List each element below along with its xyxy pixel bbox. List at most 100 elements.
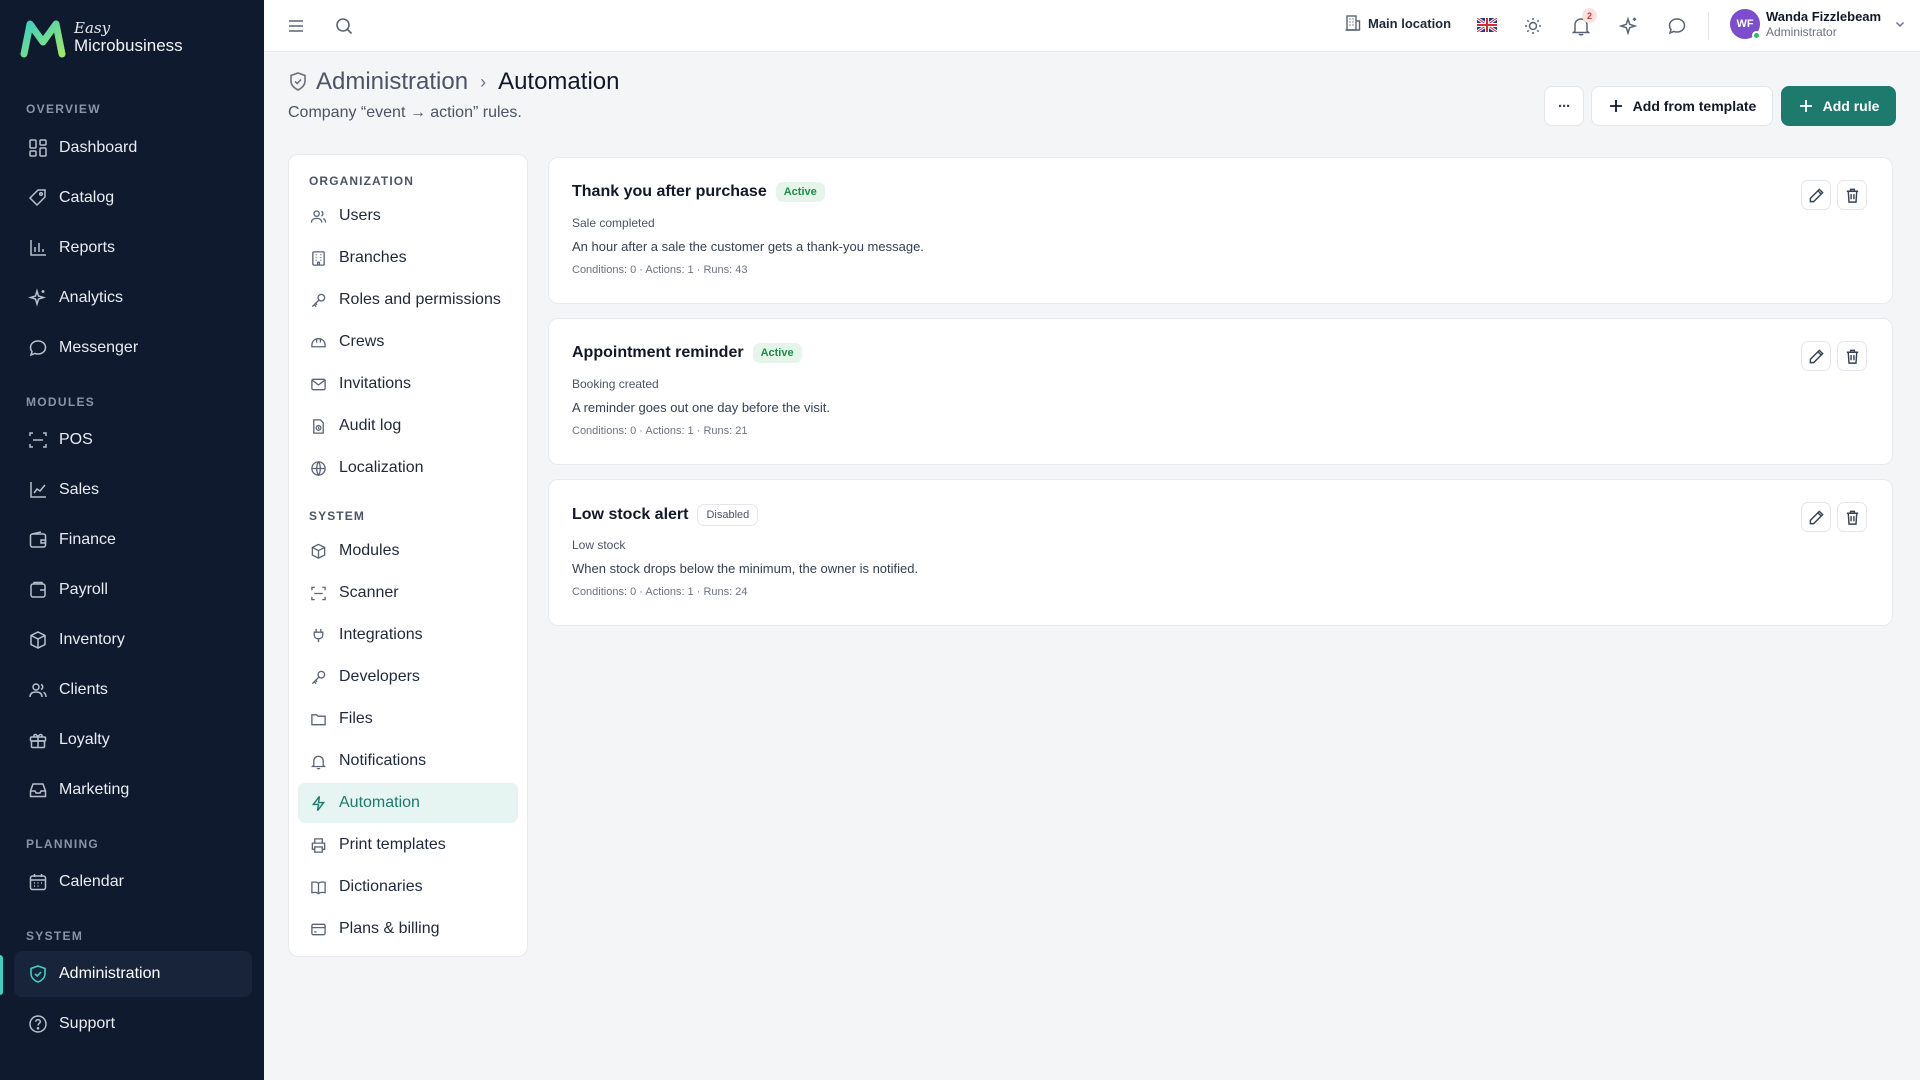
settings-item-invitations[interactable]: Invitations (298, 364, 518, 404)
sidebar-item-pos[interactable]: POS (14, 417, 252, 463)
settings-item-branches[interactable]: Branches (298, 238, 518, 278)
search-icon[interactable] (333, 15, 355, 37)
sidebar-item-label: Catalog (59, 189, 115, 206)
status-badge: Active (752, 343, 802, 363)
online-status-dot (1752, 31, 1761, 40)
add-from-template-button[interactable]: Add from template (1591, 86, 1773, 126)
settings-item-notifications[interactable]: Notifications (298, 741, 518, 781)
payroll-icon (30, 581, 46, 598)
rule-card[interactable]: Low stock alert Disabled Low stock When … (548, 479, 1893, 626)
settings-item-automation[interactable]: Automation (298, 783, 518, 823)
sidebar-item-analytics[interactable]: Analytics (14, 275, 252, 321)
sidebar-item-sales[interactable]: Sales (14, 467, 252, 513)
breadcrumb: Administration › Automation (288, 68, 619, 96)
edit-button[interactable] (1801, 341, 1831, 371)
printer-icon (311, 837, 326, 853)
sidebar-item-catalog[interactable]: Catalog (14, 175, 252, 221)
avatar: WF (1730, 9, 1761, 40)
status-badge: Active (775, 182, 825, 202)
sidebar-item-marketing[interactable]: Marketing (14, 767, 252, 813)
avatar-initials: WF (1736, 18, 1754, 30)
building-icon (312, 250, 325, 266)
rule-card[interactable]: Thank you after purchase Active Sale com… (548, 157, 1893, 304)
sidebar-item-administration[interactable]: Administration (14, 951, 252, 997)
delete-button[interactable] (1837, 341, 1867, 371)
sidebar-item-label: Inventory (59, 631, 125, 648)
chevron-down-icon (1896, 21, 1905, 28)
section-modules: MODULES (26, 395, 96, 409)
sidebar-item-label: Finance (59, 531, 116, 548)
settings-item-localization[interactable]: Localization (298, 448, 518, 488)
sidebar-item-support[interactable]: Support (14, 1001, 252, 1047)
sidebar-item-label: Support (59, 1015, 116, 1032)
sidebar: Easy Microbusiness OVERVIEW MODULES PLAN… (0, 0, 264, 1080)
sun-icon[interactable] (1522, 15, 1544, 37)
globe-icon (311, 460, 326, 476)
mail-icon (311, 378, 326, 390)
chat-icon[interactable] (1666, 15, 1688, 37)
scan-icon (29, 432, 47, 448)
sidebar-item-finance[interactable]: Finance (14, 517, 252, 563)
sidebar-item-label: Sales (59, 481, 100, 498)
settings-item-plans-and-billing[interactable]: Plans & billing (298, 909, 518, 949)
location-selector[interactable]: Main location (1344, 14, 1451, 32)
settings-item-users[interactable]: Users (298, 196, 518, 236)
delete-button[interactable] (1837, 180, 1867, 210)
app-logo[interactable]: Easy Microbusiness (20, 18, 183, 58)
plus-icon (1609, 100, 1622, 112)
settings-item-crews[interactable]: Crews (298, 322, 518, 362)
settings-item-files[interactable]: Files (298, 699, 518, 739)
more-options-button[interactable]: ··· (1544, 86, 1584, 126)
settings-item-label: Roles and permissions (339, 291, 501, 308)
settings-item-label: Developers (339, 668, 420, 685)
sidebar-item-payroll[interactable]: Payroll (14, 567, 252, 613)
app-name: Microbusiness (74, 35, 183, 55)
menu-icon[interactable] (285, 15, 307, 37)
settings-item-integrations[interactable]: Integrations (298, 615, 518, 655)
settings-item-roles-and-permissions[interactable]: Roles and permissions (298, 280, 518, 320)
sidebar-item-dashboard[interactable]: Dashboard (14, 125, 252, 171)
users-icon (310, 209, 327, 223)
app-name-easy: Easy (74, 19, 111, 38)
sidebar-item-inventory[interactable]: Inventory (14, 617, 252, 663)
shield-icon (30, 965, 46, 983)
settings-item-modules[interactable]: Modules (298, 531, 518, 571)
sidebar-item-clients[interactable]: Clients (14, 667, 252, 713)
settings-item-developers[interactable]: Developers (298, 657, 518, 697)
page-title: Automation (498, 68, 620, 95)
sidebar-item-label: Clients (59, 681, 108, 698)
settings-nav: ORGANIZATION SYSTEM Users Branches Roles… (288, 154, 528, 957)
dashboard-icon (29, 139, 47, 157)
logo-mark-icon (20, 20, 66, 58)
uk-flag-icon[interactable] (1477, 18, 1497, 32)
breadcrumb-administration[interactable]: Administration (316, 68, 468, 96)
settings-item-audit-log[interactable]: Audit log (298, 406, 518, 446)
page-subtitle: Company “event → action” rules. (288, 104, 522, 121)
edit-button[interactable] (1801, 180, 1831, 210)
rule-description: A reminder goes out one day before the v… (572, 400, 830, 415)
delete-button[interactable] (1837, 502, 1867, 532)
settings-item-label: Notifications (339, 752, 427, 769)
ai-sparkles-icon[interactable] (1618, 15, 1640, 37)
sidebar-item-messenger[interactable]: Messenger (14, 325, 252, 371)
user-menu[interactable]: WF Wanda Fizzlebeam Administrator (1730, 9, 1907, 40)
bar-chart-icon (30, 240, 46, 256)
rule-description: An hour after a sale the customer gets a… (572, 239, 924, 254)
location-label: Main location (1368, 15, 1452, 31)
settings-item-dictionaries[interactable]: Dictionaries (298, 867, 518, 907)
sidebar-item-label: Analytics (59, 289, 124, 306)
rule-title: Appointment reminder (572, 344, 744, 361)
sidebar-item-reports[interactable]: Reports (14, 225, 252, 271)
rule-card[interactable]: Appointment reminder Active Booking crea… (548, 318, 1893, 465)
section-system: SYSTEM (309, 509, 365, 523)
settings-item-label: Modules (339, 542, 400, 559)
settings-item-label: Branches (339, 249, 407, 266)
sidebar-item-loyalty[interactable]: Loyalty (14, 717, 252, 763)
settings-item-print-templates[interactable]: Print templates (298, 825, 518, 865)
sidebar-item-calendar[interactable]: Calendar (14, 859, 252, 905)
add-rule-button[interactable]: Add rule (1781, 86, 1896, 126)
edit-button[interactable] (1801, 502, 1831, 532)
book-icon (311, 880, 326, 895)
folder-icon (311, 713, 326, 725)
settings-item-scanner[interactable]: Scanner (298, 573, 518, 613)
